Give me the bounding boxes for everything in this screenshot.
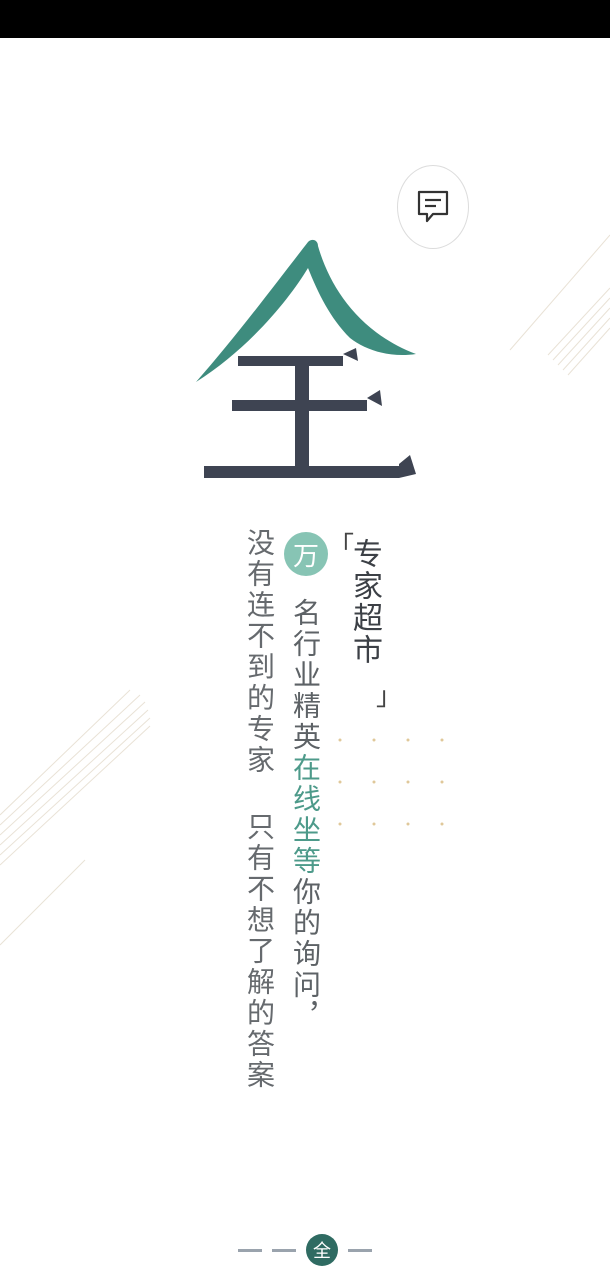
wan-badge: 万: [284, 532, 328, 576]
dot-grid: [338, 738, 444, 826]
middle-text-b: 你的询问，: [289, 877, 322, 1032]
page-indicator: 全: [238, 1232, 378, 1268]
status-bar: [0, 0, 610, 38]
middle-text-highlight: 在线坐等: [289, 753, 322, 877]
middle-text-a: 名行业精英: [289, 598, 322, 753]
page-dot-active[interactable]: 全: [306, 1234, 338, 1266]
big-character-quan: 全: [196, 239, 416, 478]
message-button[interactable]: [397, 165, 469, 249]
page-dot-2[interactable]: [272, 1248, 296, 1252]
chat-bubble-icon: [417, 190, 449, 223]
middle-column-text: 名行业精英在线坐等你的询问，: [286, 598, 324, 1032]
page-dot-4[interactable]: [348, 1248, 372, 1252]
page-dot-1[interactable]: [238, 1248, 262, 1252]
left-column-text: 没有连不到的专家 只有不想了解的答案: [243, 528, 276, 1091]
title-expert-market: 专家超市: [347, 538, 382, 666]
bracket-close: 」: [376, 682, 403, 712]
